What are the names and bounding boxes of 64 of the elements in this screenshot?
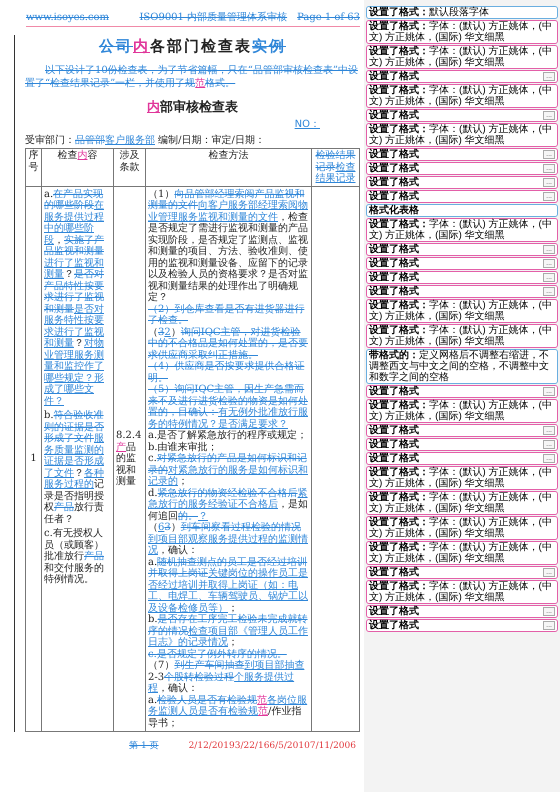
balloon-text: 设置了格式 [369,606,420,617]
cell-text: c.是否规定了例外转序的情况。 [148,648,288,660]
balloon-text: 设置了格式 [369,425,420,436]
balloon-text: 设置了格式 [369,620,420,631]
balloon-text: 设置了格式 [369,286,420,297]
balloon-text: 设置了格式 [369,567,420,578]
department-line: 受审部门：品管部客户服务部 编制/日期：审定/日期： [25,134,266,148]
balloon-text: 设置了格式：字体：(默认) 方正姚体，(中文) 方正姚体，(国际) 华文细黑 [369,517,553,539]
intro-paragraph: 以下设计了10份检查表，为了节省篇幅，只在“品管部审核检查表”中设置了“检查结果记录”一栏，并使用了规范格式。 [25,64,359,90]
balloon-text: 设置了格式：字体：(默认) 方正姚体，(中文) 方正姚体，(国际) 华文细黑 [369,492,553,514]
cell-text: b.符合验收准则的证据是否形成了文件服务质量监测的证据是否形成了文件？各种服务过程的记录是否指明授权产品放行责任者？ [44,410,105,525]
website-address: www.isoyes.com [26,11,110,25]
cell-text: （32）询问IQC主管，对进货检验中的不合格品是如何处置的，是否要求供应商采取纠正措施。 [148,326,309,360]
document-header: ISO9001 内部质量管理体系审核 [139,10,288,25]
balloon-text: 设置了格式 [369,386,420,397]
balloon-text: 设置了格式 [369,110,420,121]
cell-text: a.是否了解紧急放行的程序或规定； [148,430,308,442]
cell-text: b.由谁来审批； [148,442,219,452]
balloon-text: 设置了格式：字体：(默认) 方正姚体，(中文) 方正姚体，(国际) 华文细黑 [369,467,553,489]
cell-text: （1）向品管部经理索阅产品监视和测量的文件向客户服务部经理索阅物业管理服务监视和测量的文件，检查是否规定了需进行监视和测量的产品实现阶段，是否规定了监测点、监视和测量的项目、方法、验收准则、使用的监视和测量设备、应留下的记录以及检验人员的资格要求？是否对监视和测量结果的处理作出了明确规定？ [148,188,309,304]
cell-text: a.检验人员是否有检验规范各岗位服务监测人员是否有检验规范/作业指导书； [148,694,308,729]
row-number: 1 [30,453,37,464]
document-title: 公司 内各部门检查表实例 [98,36,287,57]
cell-text: （2）到仓库查看是否有进货器进行了检查。 [148,304,306,326]
column-header: 检查方法 [208,150,248,161]
page-number: Page 1 of 63 [297,11,360,25]
date-field: 2/12/20193/22/166/5/20107/11/2006 [188,740,356,754]
cell-text: （4）供应商是否按要求提供合格证明。 [148,361,306,384]
balloon-text: 设置了格式 [369,163,420,174]
cell-text: 8.2.4 产品的监视和测量 [116,430,142,488]
balloon-text: 设置了格式 [369,272,420,283]
balloon-text: 设置了格式 [369,177,420,188]
balloon-text: 格式化表格 [369,205,420,216]
balloon-text: 设置了格式 [369,244,420,255]
column-header: 序号 [28,150,38,172]
column-header: 涉及条款 [120,150,140,172]
balloon-text: 设置了格式 [369,439,420,450]
column-header: 检查内容 [58,150,98,161]
balloon-text: 设置了格式：字体：(默认) 方正姚体，(中文) 方正姚体，(国际) 华文细黑 [369,124,553,146]
balloon-text: 设置了格式：字体：(默认) 方正姚体，(中文) 方正姚体，(国际) 华文细黑 [369,219,553,241]
balloon-text: 设置了格式：字体：(默认) 方正姚体，(中文) 方正姚体，(国际) 华文细黑 [369,21,553,43]
page-footer: 第 1 页 [129,740,159,754]
balloon-text: 设置了格式 [369,71,420,82]
balloon-text: 设置了格式：字体：(默认) 方正姚体，(中文) 方正姚体，(国际) 华文细黑 [369,400,553,422]
cell-text: b.是否存在工序完工检验未完成就转序的情况检查项目部《管理人员工作日志》的记录情况； [148,614,309,648]
number-label: NO： [294,118,320,132]
column-header: 检验结果记录检查结果记录 [316,150,356,184]
balloon-text: 设置了格式：字体：(默认) 方正姚体，(中文) 方正姚体，(国际) 华文细黑 [369,542,553,564]
balloon-text: 设置了格式 [369,149,420,160]
balloon-text: 设置了格式：字体：(默认) 方正姚体，(中文) 方正姚体，(国际) 华文细黑 [369,325,553,347]
balloon-text: 设置了格式：字体：(默认) 方正姚体，(中文) 方正姚体，(国际) 华文细黑 [369,46,553,68]
cell-text: c.有无授权人员（或顾客）批准放行产品 和交付服务的特例情况。 [44,528,105,586]
balloon-text: 带格式的：定义网格后不调整右缩进，不调整西文与中文之间的空格，不调整中文和数字之间的空格 [369,350,550,383]
balloon-text: 设置了格式：字体：(默认) 方正姚体，(中文) 方正姚体，(国际) 华文细黑 [369,300,553,322]
balloon-text: 设置了格式 [369,453,420,464]
balloon-text: 设置了格式 [369,258,420,269]
balloon-text: 设置了格式 [369,191,420,202]
balloon-text: 设置了格式：字体：(默认) 方正姚体，(中文) 方正姚体，(国际) 华文细黑 [369,85,553,107]
table-title: 内部审核检查表 [146,98,239,116]
balloon-text: 设置了格式：字体：(默认) 方正姚体，(中文) 方正姚体，(国际) 华文细黑 [369,581,553,603]
balloon-text: 设置了格式：默认段落字体 [369,7,490,18]
cell-text: a.在产品实现的哪些阶段在服务提供过程中的哪些阶段，实施了产品监视和测量 进行了监视和测量？是否对产品特性按要求进行了监视和测量是否对服务特性按要求进行了监视和测量？对物业管理服务测量和监控作了哪些规定？形成了哪些文件？ [44,188,105,407]
cell-text: d.紧急放行的物资经检验不合格后紧急放行的服务经验证不合格后，是如何追回的。？ [148,488,309,522]
cell-text: （5）询问IQC主管，因生产急需而来不及进行进货检验的物资是如何处置的，目确认：有无例外批准放行服务的特例情况？是否满足要求？ [148,384,309,430]
